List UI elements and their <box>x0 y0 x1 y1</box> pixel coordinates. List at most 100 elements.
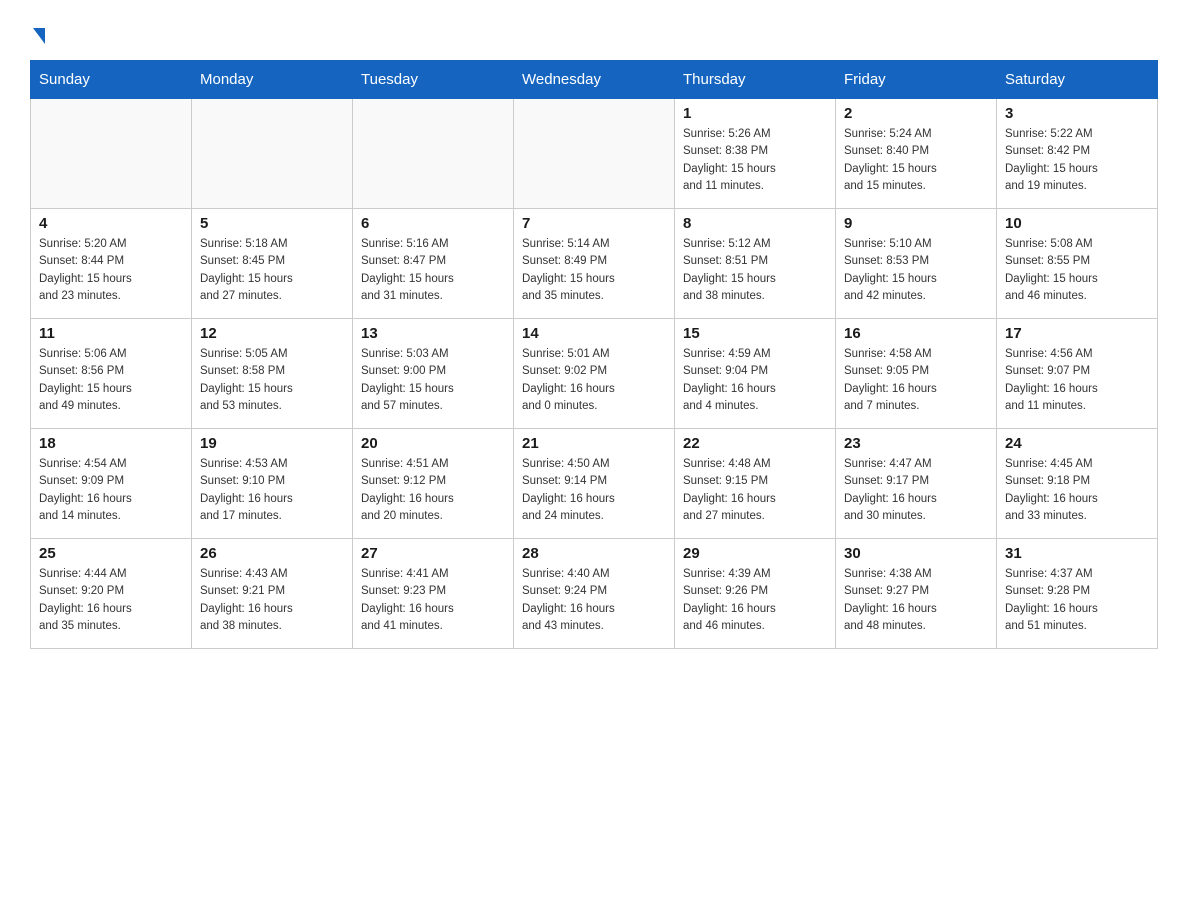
day-info: Sunrise: 4:43 AM Sunset: 9:21 PM Dayligh… <box>200 566 344 635</box>
calendar-cell <box>192 99 353 209</box>
day-number: 17 <box>1005 325 1149 342</box>
day-number: 24 <box>1005 435 1149 452</box>
calendar-cell: 31 Sunrise: 4:37 AM Sunset: 9:28 PM Dayli… <box>997 539 1158 649</box>
day-info: Sunrise: 4:54 AM Sunset: 9:09 PM Dayligh… <box>39 456 183 525</box>
calendar-week-2: 4 Sunrise: 5:20 AM Sunset: 8:44 PM Daylig… <box>31 209 1158 319</box>
day-number: 25 <box>39 545 183 562</box>
calendar-table: SundayMondayTuesdayWednesdayThursdayFrid… <box>30 60 1158 649</box>
calendar-header-tuesday: Tuesday <box>353 61 514 99</box>
calendar-header-friday: Friday <box>836 61 997 99</box>
day-info: Sunrise: 5:12 AM Sunset: 8:51 PM Dayligh… <box>683 236 827 305</box>
day-number: 6 <box>361 215 505 232</box>
day-info: Sunrise: 5:22 AM Sunset: 8:42 PM Dayligh… <box>1005 126 1149 195</box>
calendar-week-3: 11Sunrise: 5:06 AM Sunset: 8:56 PM Dayli… <box>31 319 1158 429</box>
calendar-cell: 22 Sunrise: 4:48 AM Sunset: 9:15 PM Dayli… <box>675 429 836 539</box>
day-number: 1 <box>683 105 827 122</box>
calendar-cell: 30Sunrise: 4:38 AM Sunset: 9:27 PM Dayli… <box>836 539 997 649</box>
day-info: Sunrise: 5:16 AM Sunset: 8:47 PM Dayligh… <box>361 236 505 305</box>
day-info: Sunrise: 5:20 AM Sunset: 8:44 PM Dayligh… <box>39 236 183 305</box>
calendar-cell: 15 Sunrise: 4:59 AM Sunset: 9:04 PM Dayli… <box>675 319 836 429</box>
calendar-header-row: SundayMondayTuesdayWednesdayThursdayFrid… <box>31 61 1158 99</box>
day-info: Sunrise: 5:24 AM Sunset: 8:40 PM Dayligh… <box>844 126 988 195</box>
day-info: Sunrise: 5:26 AM Sunset: 8:38 PM Dayligh… <box>683 126 827 195</box>
day-number: 2 <box>844 105 988 122</box>
calendar-week-4: 18 Sunrise: 4:54 AM Sunset: 9:09 PM Dayli… <box>31 429 1158 539</box>
calendar-cell: 7 Sunrise: 5:14 AM Sunset: 8:49 PM Daylig… <box>514 209 675 319</box>
day-number: 14 <box>522 325 666 342</box>
day-number: 5 <box>200 215 344 232</box>
calendar-header-thursday: Thursday <box>675 61 836 99</box>
calendar-cell: 24 Sunrise: 4:45 AM Sunset: 9:18 PM Dayli… <box>997 429 1158 539</box>
calendar-cell: 8 Sunrise: 5:12 AM Sunset: 8:51 PM Daylig… <box>675 209 836 319</box>
day-info: Sunrise: 4:56 AM Sunset: 9:07 PM Dayligh… <box>1005 346 1149 415</box>
day-number: 28 <box>522 545 666 562</box>
day-info: Sunrise: 4:40 AM Sunset: 9:24 PM Dayligh… <box>522 566 666 635</box>
day-number: 12 <box>200 325 344 342</box>
calendar-cell <box>514 99 675 209</box>
day-number: 20 <box>361 435 505 452</box>
day-info: Sunrise: 5:18 AM Sunset: 8:45 PM Dayligh… <box>200 236 344 305</box>
calendar-cell: 26 Sunrise: 4:43 AM Sunset: 9:21 PM Dayli… <box>192 539 353 649</box>
calendar-cell: 25Sunrise: 4:44 AM Sunset: 9:20 PM Dayli… <box>31 539 192 649</box>
day-number: 26 <box>200 545 344 562</box>
calendar-cell: 18 Sunrise: 4:54 AM Sunset: 9:09 PM Dayli… <box>31 429 192 539</box>
day-number: 10 <box>1005 215 1149 232</box>
day-info: Sunrise: 4:41 AM Sunset: 9:23 PM Dayligh… <box>361 566 505 635</box>
calendar-cell: 23 Sunrise: 4:47 AM Sunset: 9:17 PM Dayli… <box>836 429 997 539</box>
day-number: 3 <box>1005 105 1149 122</box>
day-info: Sunrise: 4:53 AM Sunset: 9:10 PM Dayligh… <box>200 456 344 525</box>
day-number: 21 <box>522 435 666 452</box>
calendar-cell: 4 Sunrise: 5:20 AM Sunset: 8:44 PM Daylig… <box>31 209 192 319</box>
calendar-header-wednesday: Wednesday <box>514 61 675 99</box>
day-info: Sunrise: 5:10 AM Sunset: 8:53 PM Dayligh… <box>844 236 988 305</box>
day-number: 16 <box>844 325 988 342</box>
calendar-cell: 13Sunrise: 5:03 AM Sunset: 9:00 PM Dayli… <box>353 319 514 429</box>
day-info: Sunrise: 4:51 AM Sunset: 9:12 PM Dayligh… <box>361 456 505 525</box>
day-info: Sunrise: 4:47 AM Sunset: 9:17 PM Dayligh… <box>844 456 988 525</box>
calendar-week-5: 25Sunrise: 4:44 AM Sunset: 9:20 PM Dayli… <box>31 539 1158 649</box>
day-number: 29 <box>683 545 827 562</box>
day-info: Sunrise: 5:08 AM Sunset: 8:55 PM Dayligh… <box>1005 236 1149 305</box>
calendar-cell: 11Sunrise: 5:06 AM Sunset: 8:56 PM Dayli… <box>31 319 192 429</box>
calendar-cell: 9 Sunrise: 5:10 AM Sunset: 8:53 PM Daylig… <box>836 209 997 319</box>
calendar-week-1: 1 Sunrise: 5:26 AM Sunset: 8:38 PM Daylig… <box>31 99 1158 209</box>
day-info: Sunrise: 4:45 AM Sunset: 9:18 PM Dayligh… <box>1005 456 1149 525</box>
calendar-cell: 20 Sunrise: 4:51 AM Sunset: 9:12 PM Dayli… <box>353 429 514 539</box>
calendar-cell: 12Sunrise: 5:05 AM Sunset: 8:58 PM Dayli… <box>192 319 353 429</box>
logo-arrow-icon <box>33 28 45 44</box>
day-number: 7 <box>522 215 666 232</box>
day-number: 22 <box>683 435 827 452</box>
calendar-header-saturday: Saturday <box>997 61 1158 99</box>
calendar-cell: 1 Sunrise: 5:26 AM Sunset: 8:38 PM Daylig… <box>675 99 836 209</box>
page-header <box>30 20 1158 40</box>
day-number: 11 <box>39 325 183 342</box>
calendar-cell: 21 Sunrise: 4:50 AM Sunset: 9:14 PM Dayli… <box>514 429 675 539</box>
calendar-cell: 16Sunrise: 4:58 AM Sunset: 9:05 PM Dayli… <box>836 319 997 429</box>
calendar-cell: 10 Sunrise: 5:08 AM Sunset: 8:55 PM Dayli… <box>997 209 1158 319</box>
day-number: 23 <box>844 435 988 452</box>
calendar-cell: 2 Sunrise: 5:24 AM Sunset: 8:40 PM Daylig… <box>836 99 997 209</box>
day-number: 15 <box>683 325 827 342</box>
day-info: Sunrise: 4:59 AM Sunset: 9:04 PM Dayligh… <box>683 346 827 415</box>
calendar-cell: 27 Sunrise: 4:41 AM Sunset: 9:23 PM Dayli… <box>353 539 514 649</box>
day-number: 4 <box>39 215 183 232</box>
day-info: Sunrise: 4:37 AM Sunset: 9:28 PM Dayligh… <box>1005 566 1149 635</box>
calendar-cell: 3 Sunrise: 5:22 AM Sunset: 8:42 PM Daylig… <box>997 99 1158 209</box>
calendar-cell: 5 Sunrise: 5:18 AM Sunset: 8:45 PM Daylig… <box>192 209 353 319</box>
calendar-cell: 17 Sunrise: 4:56 AM Sunset: 9:07 PM Dayli… <box>997 319 1158 429</box>
day-info: Sunrise: 5:03 AM Sunset: 9:00 PM Dayligh… <box>361 346 505 415</box>
calendar-header-monday: Monday <box>192 61 353 99</box>
day-number: 27 <box>361 545 505 562</box>
calendar-cell <box>31 99 192 209</box>
logo <box>30 20 45 40</box>
day-info: Sunrise: 5:14 AM Sunset: 8:49 PM Dayligh… <box>522 236 666 305</box>
day-number: 18 <box>39 435 183 452</box>
day-number: 8 <box>683 215 827 232</box>
day-number: 31 <box>1005 545 1149 562</box>
day-number: 9 <box>844 215 988 232</box>
calendar-cell: 6 Sunrise: 5:16 AM Sunset: 8:47 PM Daylig… <box>353 209 514 319</box>
calendar-cell: 29Sunrise: 4:39 AM Sunset: 9:26 PM Dayli… <box>675 539 836 649</box>
calendar-header-sunday: Sunday <box>31 61 192 99</box>
day-info: Sunrise: 4:48 AM Sunset: 9:15 PM Dayligh… <box>683 456 827 525</box>
day-info: Sunrise: 4:50 AM Sunset: 9:14 PM Dayligh… <box>522 456 666 525</box>
